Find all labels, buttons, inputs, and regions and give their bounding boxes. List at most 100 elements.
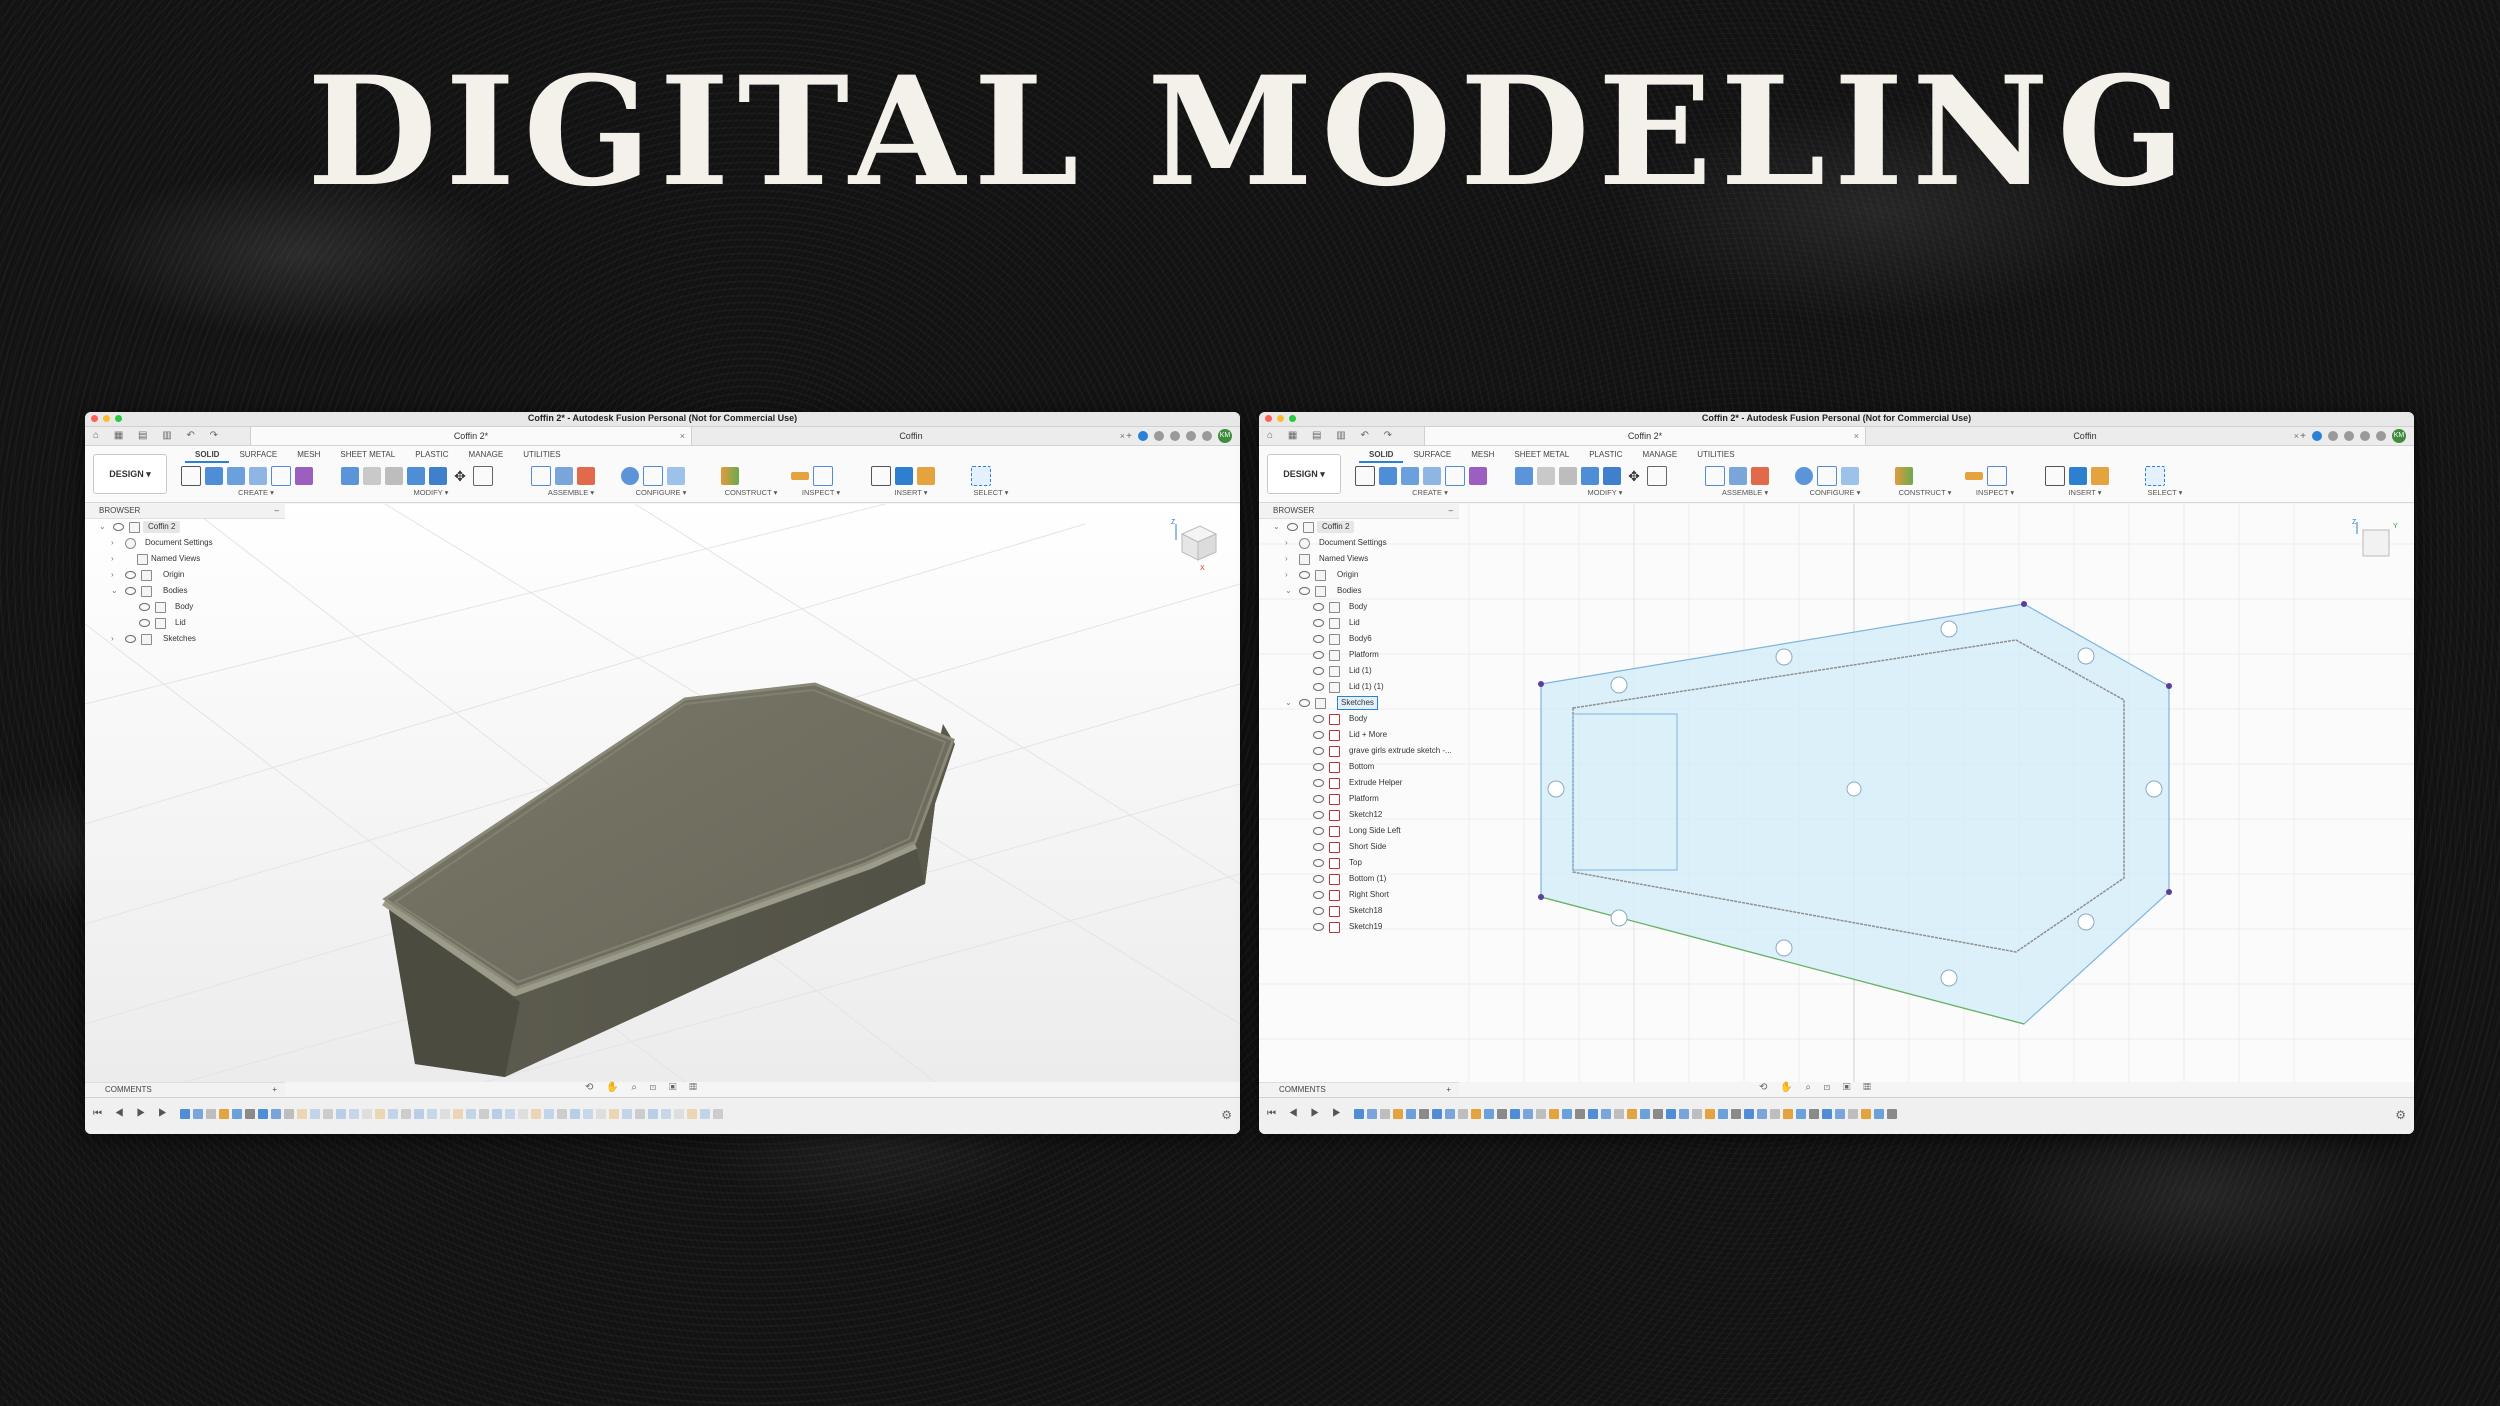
browser-item-body[interactable]: Body6 (1259, 631, 1459, 647)
visibility-eye-icon[interactable] (1313, 811, 1324, 819)
timeline-feature-icon[interactable] (1497, 1109, 1507, 1119)
tab-sheet-metal[interactable]: SHEET METAL (330, 449, 405, 463)
close-tab-icon[interactable]: × (680, 427, 685, 445)
close-tab-icon[interactable]: × (2294, 427, 2299, 445)
timeline-feature-icon[interactable] (1731, 1109, 1741, 1119)
timeline-feature-icon[interactable] (570, 1109, 580, 1119)
modify-group[interactable]: ✥ MODIFY ▾ (1515, 466, 1695, 500)
quick-access-icons[interactable]: ⌂ ▦ ▤ ▥ ↶ ↷ (1267, 430, 1398, 441)
visibility-eye-icon[interactable] (1313, 843, 1324, 851)
timeline-feature-icon[interactable] (1536, 1109, 1546, 1119)
tab-coffin[interactable]: Coffin × (1865, 427, 2305, 445)
browser-item-bodies[interactable]: ⌄ Bodies (85, 583, 285, 599)
timeline-feature-icon[interactable] (1562, 1109, 1572, 1119)
timeline-feature-icon[interactable] (531, 1109, 541, 1119)
view-cube[interactable]: Z X (1170, 516, 1225, 576)
timeline-feature-icon[interactable] (245, 1109, 255, 1119)
tab-solid[interactable]: SOLID (185, 449, 230, 463)
new-tab-icon[interactable]: + (1126, 431, 1132, 442)
collapse-browser-icon[interactable]: – (275, 504, 279, 518)
modify-group[interactable]: ✥ MODIFY ▾ (341, 466, 521, 500)
timeline-feature-icon[interactable] (1367, 1109, 1377, 1119)
extensions-icon[interactable] (1170, 431, 1180, 441)
jobs-icon[interactable] (2328, 431, 2338, 441)
tab-mesh[interactable]: MESH (1461, 449, 1504, 463)
timeline-feature-icon[interactable] (1393, 1109, 1403, 1119)
timeline-feature-icon[interactable] (713, 1109, 723, 1119)
tab-utilities[interactable]: UTILITIES (1687, 449, 1744, 463)
insert-group[interactable]: INSERT ▾ (871, 466, 951, 500)
timeline-feature-icon[interactable] (661, 1109, 671, 1119)
visibility-eye-icon[interactable] (1313, 731, 1324, 739)
create-group[interactable]: CREATE ▾ (181, 466, 331, 500)
browser-item-sketch[interactable]: Bottom (1) (1259, 871, 1459, 887)
visibility-eye-icon[interactable] (1313, 683, 1324, 691)
tab-utilities[interactable]: UTILITIES (513, 449, 570, 463)
timeline-feature-icon[interactable] (1783, 1109, 1793, 1119)
notifications-icon[interactable] (2360, 431, 2370, 441)
construct-group[interactable]: CONSTRUCT ▾ (721, 466, 781, 500)
browser-item-sketch[interactable]: Lid + More (1259, 727, 1459, 743)
tab-surface[interactable]: SURFACE (1403, 449, 1461, 463)
comments-panel[interactable]: COMMENTS + (1259, 1082, 1459, 1096)
timeline-feature-icon[interactable] (1848, 1109, 1858, 1119)
construct-group[interactable]: CONSTRUCT ▾ (1895, 466, 1955, 500)
browser-root[interactable]: ⌄ Coffin 2 (1259, 519, 1459, 535)
timeline-feature-icon[interactable] (1471, 1109, 1481, 1119)
timeline-feature-icon[interactable] (258, 1109, 268, 1119)
timeline-playback-controls[interactable]: ⏮ ◀ ▶ ▶ ⏭ (93, 1108, 194, 1119)
timeline-feature-icon[interactable] (388, 1109, 398, 1119)
timeline-feature-icon[interactable] (1835, 1109, 1845, 1119)
extensions-icon[interactable] (2344, 431, 2354, 441)
add-comment-icon[interactable]: + (1446, 1083, 1451, 1097)
timeline-feature-icon[interactable] (1549, 1109, 1559, 1119)
timeline-feature-icon[interactable] (310, 1109, 320, 1119)
timeline-feature-icon[interactable] (440, 1109, 450, 1119)
inspect-group[interactable]: INSPECT ▾ (1965, 466, 2025, 500)
visibility-eye-icon[interactable] (1313, 747, 1324, 755)
timeline-feature-icon[interactable] (687, 1109, 697, 1119)
timeline-feature-icon[interactable] (1705, 1109, 1715, 1119)
tab-surface[interactable]: SURFACE (229, 449, 287, 463)
navigation-bar[interactable]: ⟲ ✋ ⌕ ⊡ ▣ ▦ (585, 1082, 702, 1094)
timeline-feature-icon[interactable] (674, 1109, 684, 1119)
browser-item-sketch[interactable]: Body (1259, 711, 1459, 727)
timeline-feature-icon[interactable] (648, 1109, 658, 1119)
visibility-eye-icon[interactable] (1313, 635, 1324, 643)
workspace-switcher[interactable]: DESIGN ▾ (93, 454, 167, 494)
browser-item-named-views[interactable]: › Named Views (85, 551, 285, 567)
timeline-feature-icon[interactable] (1822, 1109, 1832, 1119)
timeline-feature-icon[interactable] (1458, 1109, 1468, 1119)
jobs-icon[interactable] (1154, 431, 1164, 441)
timeline-feature-icon[interactable] (1419, 1109, 1429, 1119)
timeline-feature-icon[interactable] (206, 1109, 216, 1119)
visibility-eye-icon[interactable] (1313, 619, 1324, 627)
visibility-eye-icon[interactable] (1313, 907, 1324, 915)
visibility-eye-icon[interactable] (1313, 923, 1324, 931)
new-tab-icon[interactable]: + (2300, 431, 2306, 442)
notifications-icon[interactable] (1186, 431, 1196, 441)
timeline-feature-icon[interactable] (622, 1109, 632, 1119)
timeline-feature-icon[interactable] (401, 1109, 411, 1119)
timeline-feature-icon[interactable] (1874, 1109, 1884, 1119)
close-tab-icon[interactable]: × (1854, 427, 1859, 445)
visibility-eye-icon[interactable] (1313, 891, 1324, 899)
timeline-settings-gear-icon[interactable]: ⚙ (2395, 1108, 2406, 1122)
browser-item-sketch[interactable]: Top (1259, 855, 1459, 871)
browser-item-body[interactable]: Lid (1259, 615, 1459, 631)
timeline-feature-icon[interactable] (1744, 1109, 1754, 1119)
timeline-feature-icon[interactable] (323, 1109, 333, 1119)
tab-mesh[interactable]: MESH (287, 449, 330, 463)
configure-group[interactable]: CONFIGURE ▾ (621, 466, 701, 500)
timeline-feature-icon[interactable] (219, 1109, 229, 1119)
tab-sheet-metal[interactable]: SHEET METAL (1504, 449, 1579, 463)
browser-item-sketch[interactable]: Right Short (1259, 887, 1459, 903)
timeline-feature-icon[interactable] (596, 1109, 606, 1119)
timeline-feature-icon[interactable] (1887, 1109, 1897, 1119)
timeline-feature-icon[interactable] (1757, 1109, 1767, 1119)
timeline-feature-icon[interactable] (1510, 1109, 1520, 1119)
browser-item-sketch[interactable]: Sketch19 (1259, 919, 1459, 935)
timeline-feature-icon[interactable] (1809, 1109, 1819, 1119)
assemble-group[interactable]: ASSEMBLE ▾ (1705, 466, 1785, 500)
tab-coffin[interactable]: Coffin × (691, 427, 1131, 445)
